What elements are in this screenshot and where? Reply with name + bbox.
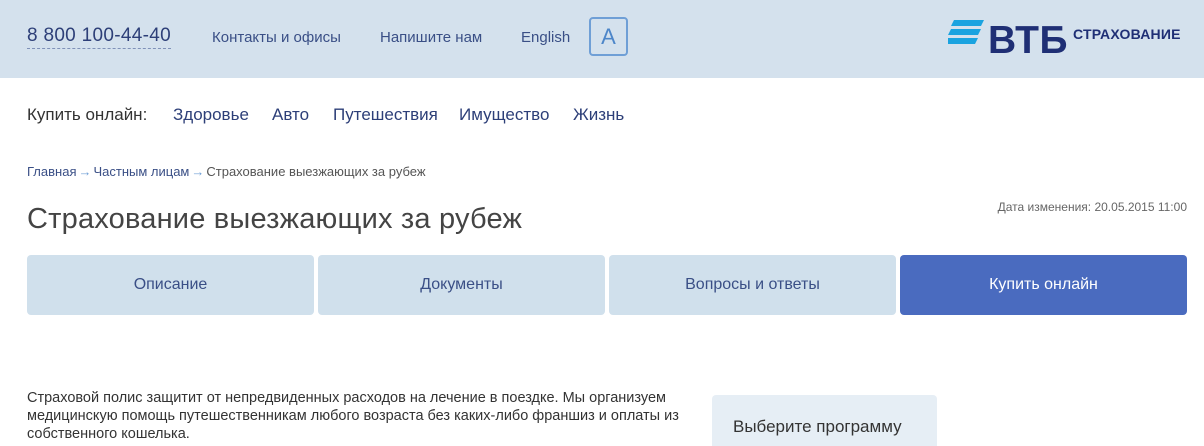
vtb-logo[interactable]: ВТБ СТРАХОВАНИЕ xyxy=(948,18,1188,64)
breadcrumb: Главная → Частным лицам → Страхование выезжа… xyxy=(27,163,426,180)
logo-stripes-icon xyxy=(948,20,984,44)
phone-number-link[interactable]: 8 800 100-44-40 xyxy=(27,25,171,49)
breadcrumb-individuals-link[interactable]: Частным лицам xyxy=(93,164,189,179)
buy-life-link[interactable]: Жизнь xyxy=(573,104,624,126)
top-bar: 8 800 100-44-40 Контакты и офисы Напишит… xyxy=(0,0,1204,78)
buy-online-label: Купить онлайн: xyxy=(27,105,148,124)
breadcrumb-home-link[interactable]: Главная xyxy=(27,164,76,179)
choose-program-box[interactable]: Выберите программу xyxy=(712,395,937,446)
tab-faq[interactable]: Вопросы и ответы xyxy=(609,255,896,315)
breadcrumb-arrow-icon: → xyxy=(78,164,92,179)
page-title: Страхование выезжающих за рубеж xyxy=(27,203,523,235)
breadcrumb-arrow-icon: → xyxy=(191,164,205,179)
tab-description[interactable]: Описание xyxy=(27,255,314,315)
buy-property-link[interactable]: Имущество xyxy=(459,104,549,126)
logo-brand-text: ВТБ xyxy=(988,19,1069,62)
write-to-us-link[interactable]: Напишите нам xyxy=(380,29,482,47)
accessibility-button[interactable]: A xyxy=(589,17,628,56)
choose-program-label: Выберите программу xyxy=(733,417,902,436)
description-text: Страховой полис защитит от непредвиденны… xyxy=(27,390,679,442)
buy-travel-link[interactable]: Путешествия xyxy=(333,104,438,126)
english-link[interactable]: English xyxy=(521,29,570,47)
logo-subtitle: СТРАХОВАНИЕ xyxy=(1073,26,1181,42)
breadcrumb-current: Страхование выезжающих за рубеж xyxy=(206,164,426,179)
contacts-offices-link[interactable]: Контакты и офисы xyxy=(212,29,341,47)
tab-buy-online[interactable]: Купить онлайн xyxy=(900,255,1187,315)
tab-documents[interactable]: Документы xyxy=(318,255,605,315)
buy-auto-link[interactable]: Авто xyxy=(272,104,309,126)
modified-date: Дата изменения: 20.05.2015 11:00 xyxy=(997,200,1187,214)
buy-health-link[interactable]: Здоровье xyxy=(173,104,249,126)
